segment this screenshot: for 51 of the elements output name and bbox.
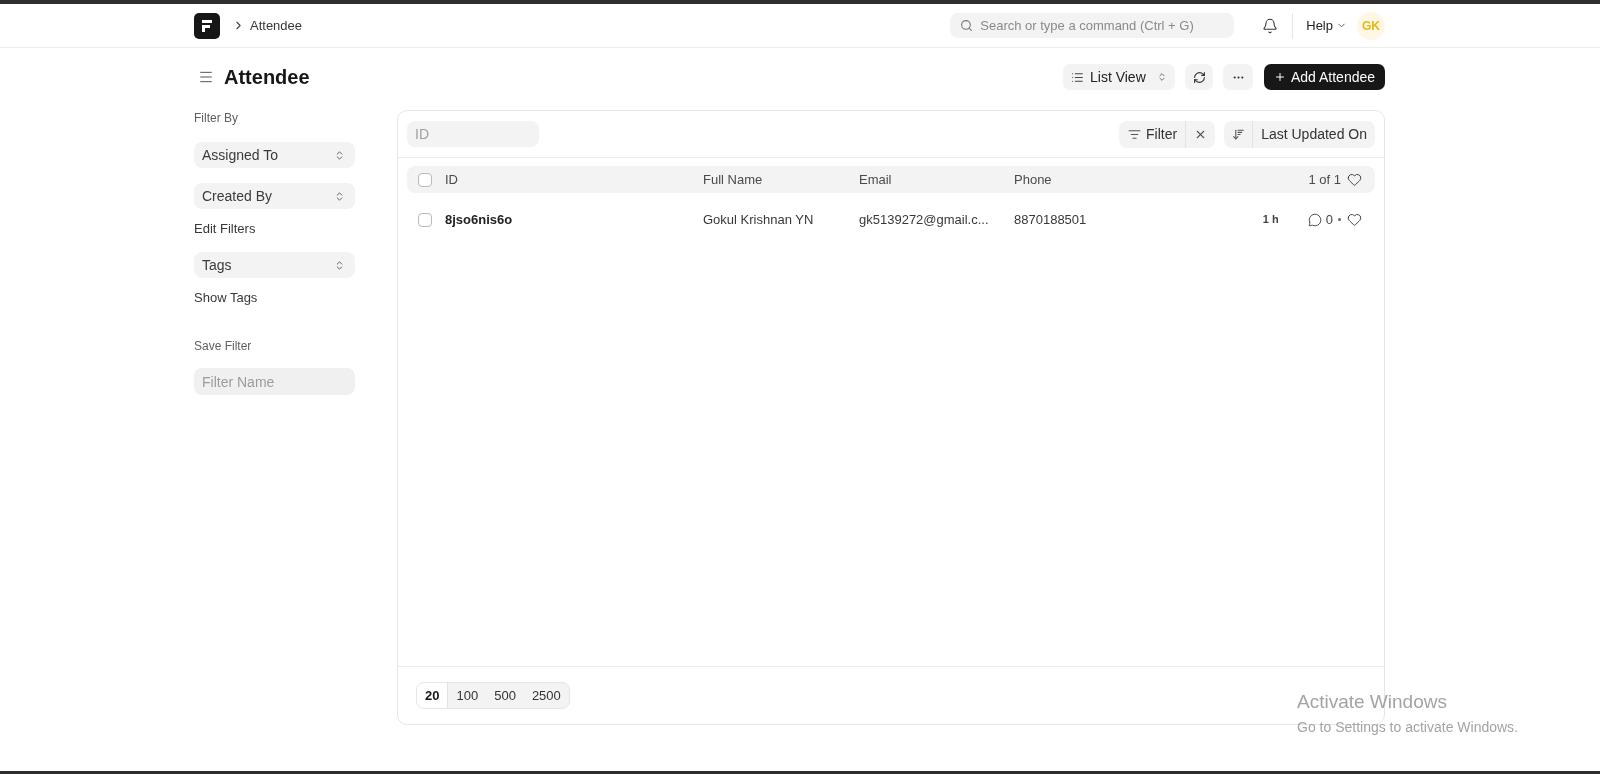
os-activation-message: Go to Settings to activate Windows. <box>1297 718 1518 736</box>
filter-select[interactable]: Assigned To <box>194 142 355 168</box>
column-header: ID <box>445 171 458 187</box>
chevron-up-down-icon <box>334 149 345 161</box>
sidebar-heading: Save Filter <box>194 338 253 354</box>
column-header: Email <box>859 171 892 187</box>
id-filter-field[interactable]: ID <box>407 121 539 147</box>
breadcrumb-link[interactable]: Attendee <box>250 15 303 36</box>
modified-time: 1 h <box>1262 212 1279 228</box>
menu-icon[interactable] <box>198 69 214 85</box>
heart-icon[interactable] <box>1347 212 1362 227</box>
search-field[interactable]: Search or type a command (Ctrl + G) <box>950 13 1235 38</box>
plus-icon <box>1273 71 1286 83</box>
column-header: Full Name <box>703 171 763 187</box>
checkbox[interactable] <box>418 172 432 187</box>
filter-select[interactable]: Tags <box>194 252 355 278</box>
page-length-button[interactable]: 2500 <box>523 683 569 708</box>
filter-select[interactable]: Created By <box>194 183 355 209</box>
column-header: Phone <box>1014 171 1052 187</box>
page-length-button[interactable]: 100 <box>448 683 487 708</box>
checkbox[interactable] <box>418 212 432 227</box>
chevron-up-down-icon <box>1157 72 1167 82</box>
heart-icon[interactable] <box>1347 172 1362 187</box>
view-switcher-button[interactable]: List View <box>1063 64 1175 90</box>
table-cell: Gokul Krishnan YN <box>703 211 814 227</box>
add-attendee-button[interactable]: Add Attendee <box>1264 64 1385 90</box>
sidebar-link[interactable]: Show Tags <box>194 289 258 307</box>
record-id-link[interactable]: 8jso6nis6o <box>445 211 513 227</box>
page-length-button[interactable]: 20 <box>417 683 449 708</box>
page-title: Attendee <box>224 65 310 90</box>
comment-count: 0 <box>1325 210 1333 229</box>
help-menu-button[interactable]: Help <box>1306 15 1347 36</box>
sidebar-heading: Filter By <box>194 110 239 126</box>
sort-icon <box>1231 127 1245 141</box>
filter-icon <box>1128 127 1141 141</box>
comment-icon[interactable] <box>1307 212 1322 227</box>
app-logo-icon[interactable] <box>194 12 220 39</box>
search-icon <box>960 19 974 32</box>
chevron-up-down-icon <box>334 259 345 271</box>
os-activation-title: Activate Windows <box>1297 690 1448 714</box>
page-length-button[interactable]: 500 <box>486 683 524 708</box>
refresh-button[interactable] <box>1185 64 1213 90</box>
list-icon <box>1071 70 1084 84</box>
record-count: 1 of 1 <box>1308 170 1341 189</box>
chevron-up-down-icon <box>334 190 345 202</box>
table-cell: 8870188501 <box>1014 211 1087 227</box>
filter-name-field[interactable]: Filter Name <box>194 368 355 395</box>
table-cell: gk5139272@gmail.c... <box>859 211 989 227</box>
refresh-icon <box>1192 70 1206 84</box>
sidebar-link[interactable]: Edit Filters <box>194 220 256 238</box>
notification-bell-icon[interactable] <box>1262 17 1279 34</box>
